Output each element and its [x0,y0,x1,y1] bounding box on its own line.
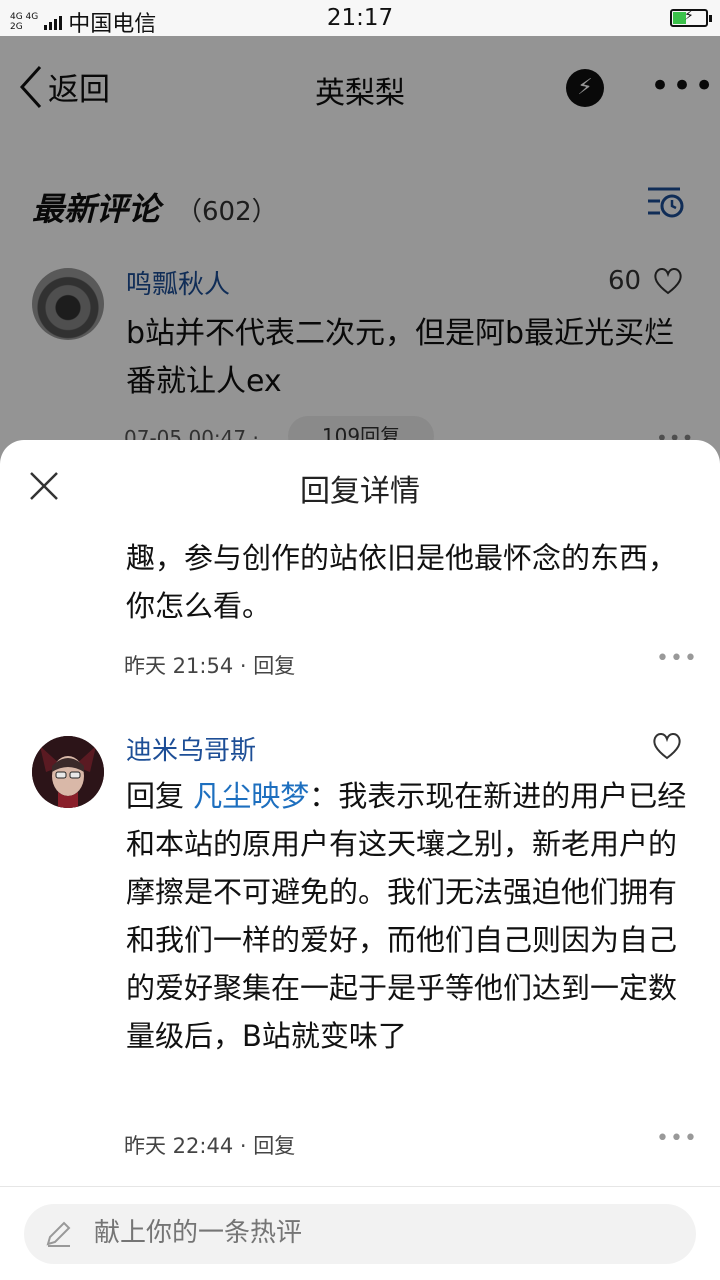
reply-detail-sheet: 回复详情 趣，参与创作的站依旧是他最怀念的东西，你怎么看。 昨天 21:54 ·… [0,440,720,1280]
comment-input-bar[interactable] [24,1204,696,1264]
reply-time: 昨天 21:54 [124,654,234,678]
reply-meta: 昨天 21:54 · 回复 [124,654,296,678]
battery-icon: ⚡ [670,8,712,27]
pencil-icon [46,1221,71,1247]
reply-username[interactable]: 迪米乌哥斯 [126,730,256,767]
reply-text: 趣，参与创作的站依旧是他最怀念的东西，你怎么看。 [126,541,678,623]
avatar[interactable] [32,736,104,808]
more-options-icon[interactable]: ••• [656,1126,698,1151]
divider [0,1186,720,1187]
status-bar: 4G 4G 2G 中国电信 21:17 ⚡ [0,0,720,37]
sheet-title: 回复详情 [300,474,420,509]
heart-icon[interactable] [652,732,682,760]
mention-link[interactable]: 凡尘映梦 [193,779,309,813]
reply-time: 昨天 22:44 [124,1134,234,1158]
more-options-icon[interactable]: ••• [656,646,698,671]
status-time: 21:17 [326,5,394,31]
reply-meta: 昨天 22:44 · 回复 [124,1134,296,1158]
reply-button[interactable]: 回复 [253,654,295,678]
reply-prefix: 回复 [126,779,185,813]
reply-text: 回复 凡尘映梦：我表示现在新进的用户已经和本站的原用户有这天壤之别，新老用户的摩… [126,772,692,1060]
reply-body: ：我表示现在新进的用户已经和本站的原用户有这天壤之别，新老用户的摩擦是不可避免的… [126,779,687,1053]
reply-button[interactable]: 回复 [253,1134,295,1158]
comment-input[interactable] [94,1218,674,1248]
